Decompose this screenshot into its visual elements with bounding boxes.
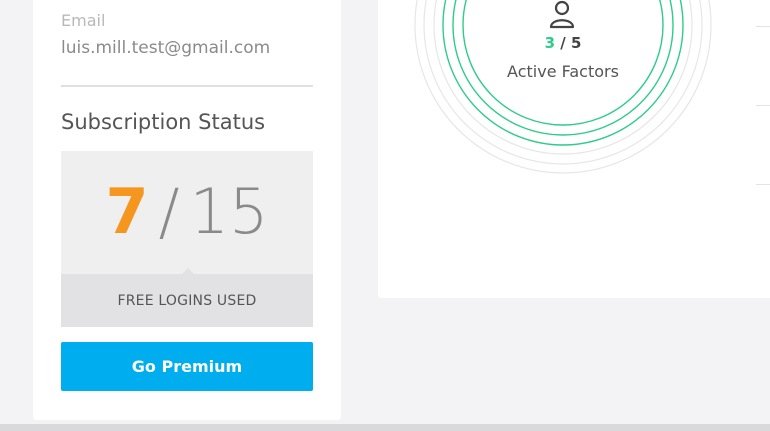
- list-divider: [756, 26, 770, 27]
- page: Email luis.mill.test@gmail.com Subscript…: [0, 0, 770, 431]
- subscription-status-title: Subscription Status: [61, 110, 266, 134]
- logins-caption-panel: FREE LOGINS USED: [61, 274, 313, 327]
- logins-counter: 7/15: [61, 177, 313, 247]
- subscription-status-box: 7/15 FREE LOGINS USED: [61, 151, 313, 327]
- email-value: luis.mill.test@gmail.com: [61, 38, 271, 58]
- factors-separator: /: [555, 34, 571, 52]
- logins-used-count: 7: [105, 175, 149, 248]
- total-factors-value: 5: [570, 34, 582, 52]
- active-factors-value: 3: [544, 34, 556, 52]
- page-footer-bar: [0, 424, 770, 431]
- list-divider: [756, 184, 770, 185]
- logins-counter-panel: 7/15: [61, 151, 313, 274]
- factors-card: 3 / 5 Active Factors: [378, 0, 770, 298]
- profile-card: Email luis.mill.test@gmail.com Subscript…: [33, 0, 341, 420]
- logins-separator: /: [158, 175, 180, 248]
- divider: [61, 85, 313, 87]
- list-divider: [756, 105, 770, 106]
- free-logins-used-label: FREE LOGINS USED: [117, 292, 257, 309]
- logins-total-count: 15: [189, 175, 269, 248]
- user-icon: [549, 0, 575, 29]
- active-factors-count: 3 / 5: [488, 34, 638, 52]
- go-premium-button[interactable]: Go Premium: [61, 342, 313, 391]
- active-factors-label: Active Factors: [507, 62, 619, 81]
- email-label: Email: [61, 11, 106, 30]
